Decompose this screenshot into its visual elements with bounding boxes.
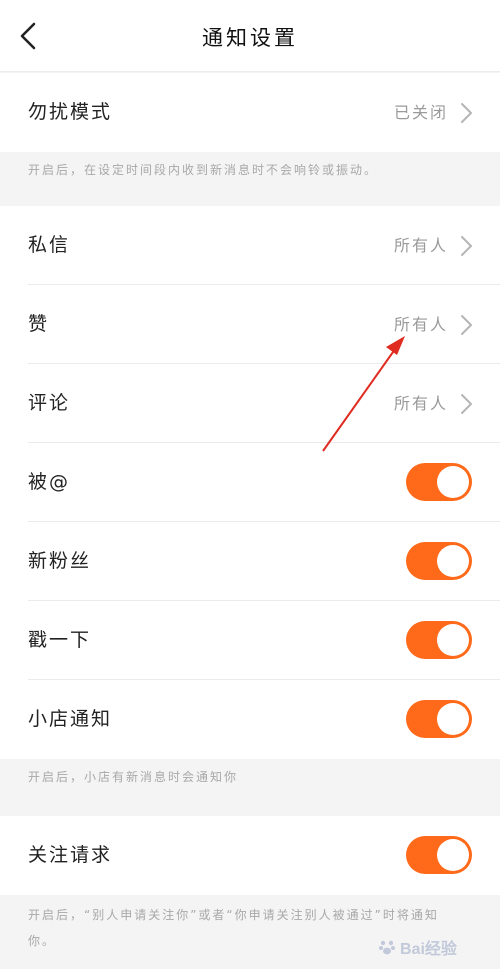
like-value: 所有人 [393, 315, 448, 334]
poke-label: 戳一下 [28, 629, 92, 651]
mention-row: 被@ [0, 443, 500, 522]
shop-notice-toggle[interactable] [406, 700, 472, 738]
follow-request-row: 关注请求 [0, 816, 500, 895]
shop-notice-label: 小店通知 [28, 708, 113, 730]
comment-label: 评论 [28, 392, 71, 414]
follow-request-label: 关注请求 [28, 844, 113, 866]
mention-label: 被@ [28, 471, 71, 493]
comment-value: 所有人 [393, 394, 448, 413]
mention-toggle[interactable] [406, 463, 472, 501]
like-row[interactable]: 赞 所有人 [0, 285, 500, 364]
toggle-knob [437, 703, 469, 735]
comment-row[interactable]: 评论 所有人 [0, 364, 500, 443]
shop-notice-row: 小店通知 [0, 680, 500, 759]
new-fans-toggle[interactable] [406, 542, 472, 580]
private-message-row[interactable]: 私信 所有人 [0, 206, 500, 285]
poke-toggle[interactable] [406, 621, 472, 659]
dnd-row[interactable]: 勿扰模式 已关闭 [0, 73, 500, 152]
shop-note: 开启后，小店有新消息时会通知你 [28, 770, 239, 784]
chevron-right-icon [461, 236, 472, 256]
private-message-value: 所有人 [393, 236, 448, 255]
follow-request-toggle[interactable] [406, 836, 472, 874]
new-fans-label: 新粉丝 [28, 550, 92, 572]
paw-icon [379, 940, 395, 955]
like-label: 赞 [28, 313, 50, 335]
chevron-right-icon [461, 315, 472, 335]
toggle-knob [437, 624, 469, 656]
private-message-label: 私信 [28, 234, 71, 256]
dnd-value: 已关闭 [393, 103, 448, 122]
new-fans-row: 新粉丝 [0, 522, 500, 601]
watermark-text: Bai经验 [400, 941, 457, 958]
toggle-knob [437, 466, 469, 498]
watermark-logo: Bai经验 [378, 933, 488, 961]
toggle-knob [437, 545, 469, 577]
header-bar: 通知设置 [0, 0, 500, 72]
toggle-knob [437, 839, 469, 871]
chevron-right-icon [461, 103, 472, 123]
dnd-note: 开启后，在设定时间段内收到新消息时不会响铃或振动。 [28, 163, 379, 177]
dnd-label: 勿扰模式 [28, 101, 113, 123]
page-title: 通知设置 [202, 26, 298, 50]
poke-row: 戳一下 [0, 601, 500, 680]
chevron-right-icon [461, 394, 472, 414]
